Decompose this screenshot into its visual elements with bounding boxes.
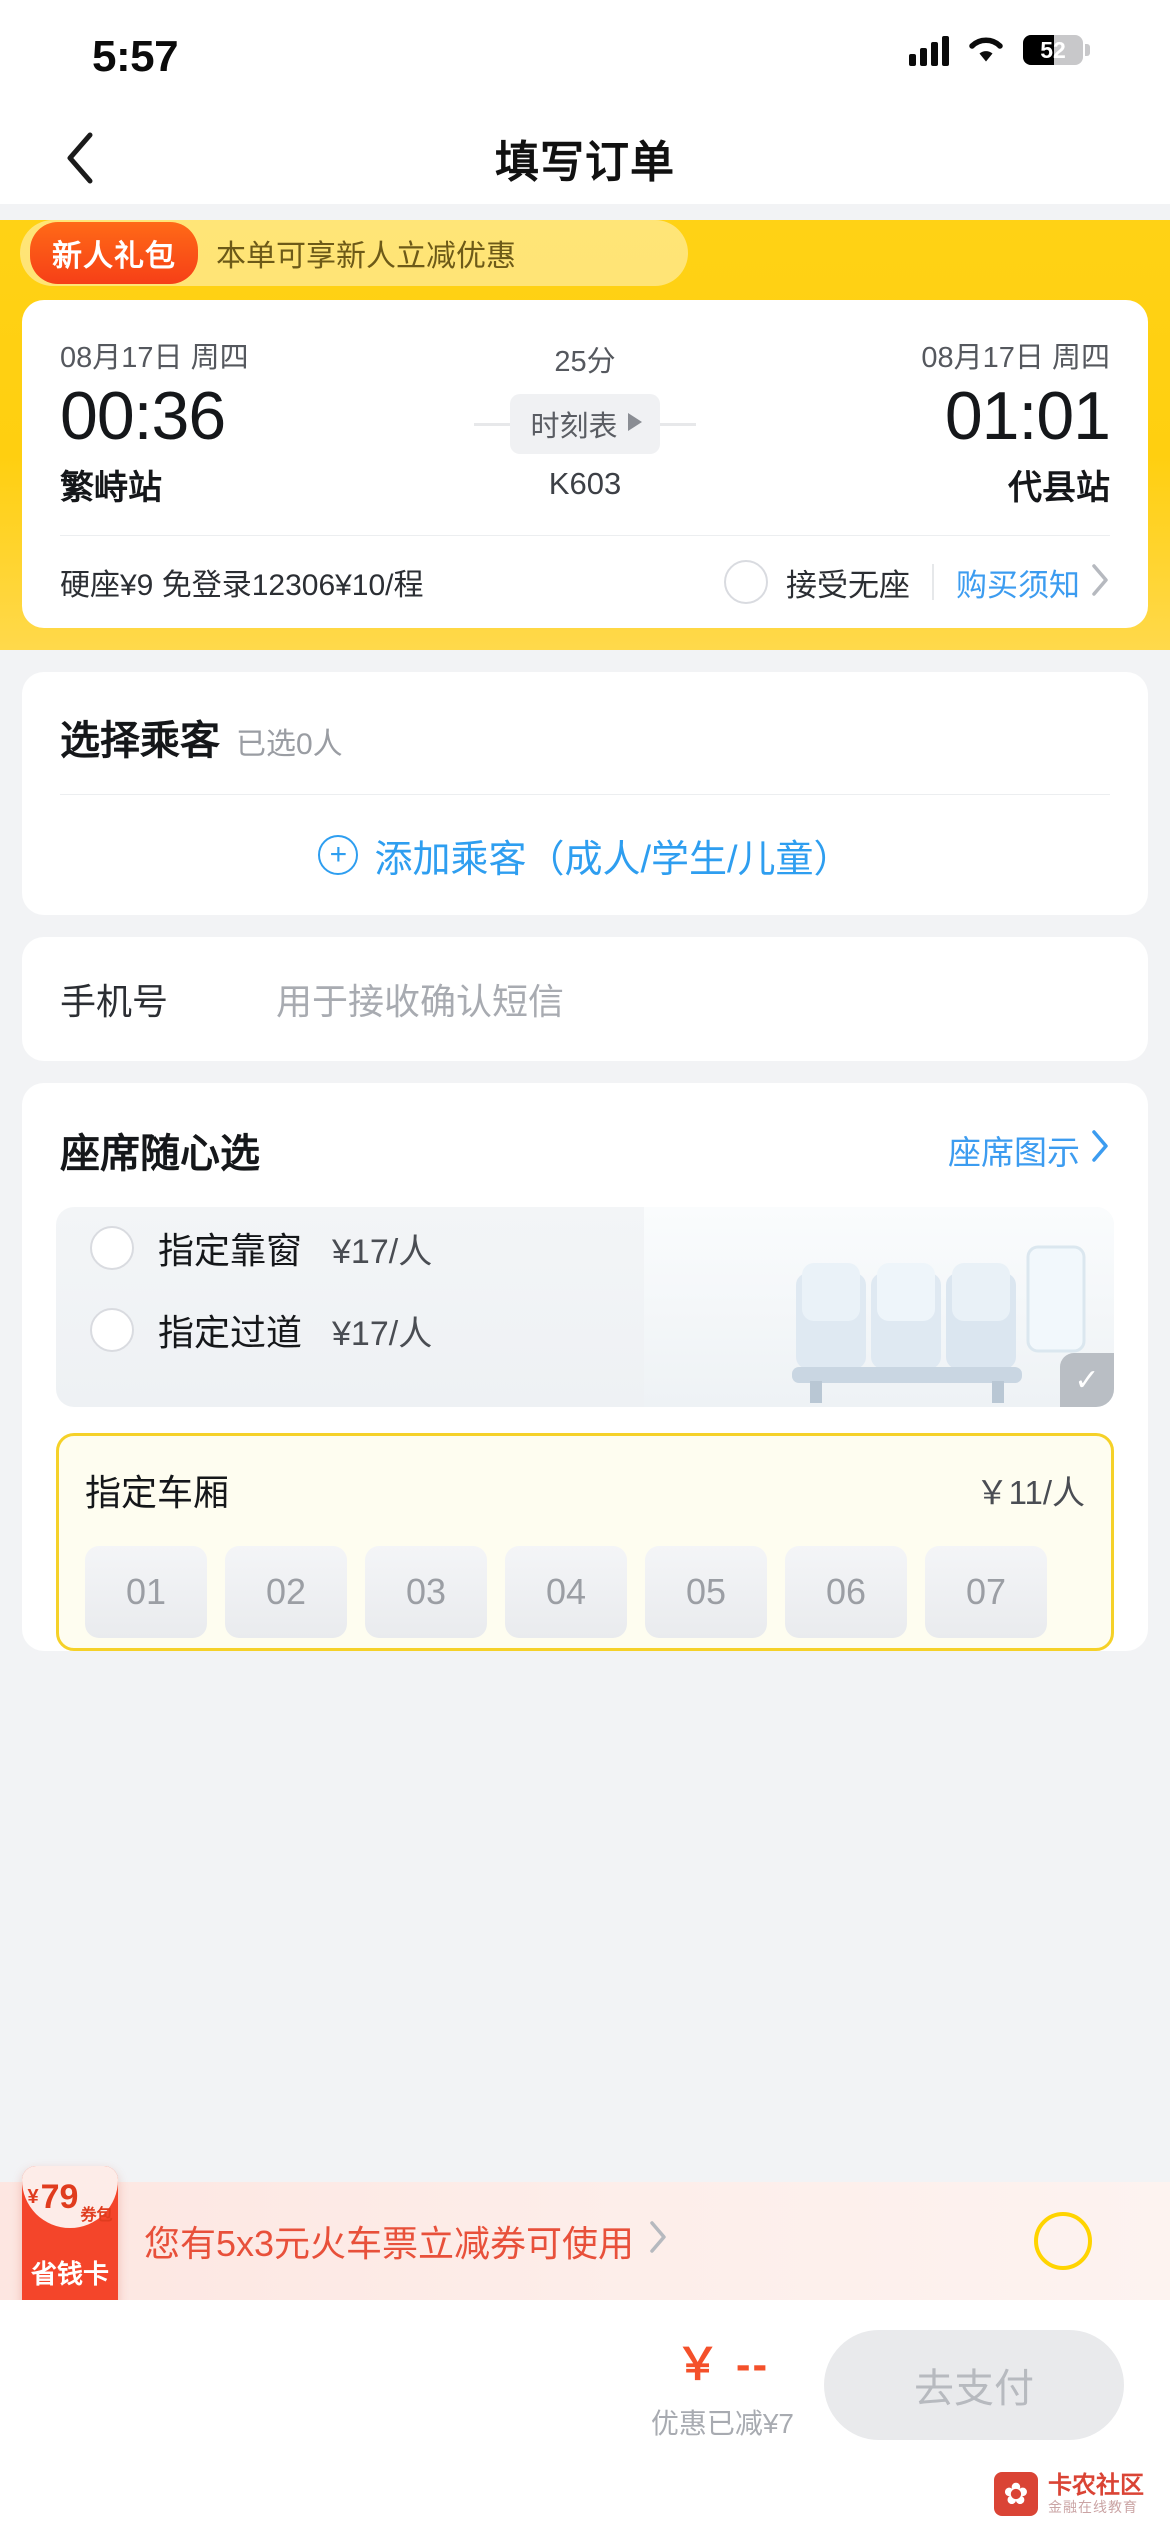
coupon-text: 您有5x3元火车票立减券可使用 bbox=[144, 2223, 635, 2264]
departure-block: 08月17日 周四 00:36 繁峙站 bbox=[60, 334, 249, 509]
car-title: 指定车厢 bbox=[85, 1472, 230, 1514]
seat-option-label: 指定过道 bbox=[158, 1312, 303, 1354]
coupon-unit: 券包 bbox=[80, 2207, 113, 2224]
seat-option-price: ¥17/人 bbox=[332, 1232, 433, 1271]
check-icon: ✓ bbox=[1060, 1353, 1114, 1408]
car-price: ￥11/人 bbox=[975, 1474, 1085, 1512]
phone-input[interactable]: 用于接收确认短信 bbox=[276, 973, 564, 1025]
car-chip[interactable]: 01 bbox=[85, 1546, 207, 1639]
promo-badge: 新人礼包 bbox=[30, 222, 198, 284]
battery-icon: 52 bbox=[1023, 35, 1090, 65]
seat-section-title: 座席随心选 bbox=[60, 1132, 260, 1177]
watermark-subtitle: 金融在线教育 bbox=[1048, 2498, 1138, 2515]
seat-header: 座席随心选 座席图示 bbox=[22, 1083, 1148, 1179]
coupon-currency: ¥ bbox=[27, 2185, 39, 2208]
chevron-right-icon bbox=[1090, 563, 1110, 602]
back-button[interactable] bbox=[52, 130, 108, 186]
chevron-right-icon bbox=[1090, 1129, 1110, 1171]
car-header: 指定车厢 ￥11/人 bbox=[85, 1464, 1085, 1516]
line-right bbox=[659, 422, 696, 426]
seat-option-aisle[interactable]: 指定过道 ¥17/人 bbox=[56, 1289, 1114, 1371]
passenger-title: 选择乘客 bbox=[60, 719, 220, 764]
car-chip[interactable]: 06 bbox=[785, 1546, 907, 1639]
seat-legend-label: 座席图示 bbox=[948, 1134, 1080, 1172]
divider-vertical bbox=[932, 564, 934, 601]
accept-no-seat-radio[interactable] bbox=[724, 560, 768, 605]
seat-price-text: 硬座¥9 免登录12306¥10/程 bbox=[60, 569, 424, 603]
timetable-label: 时刻表 bbox=[530, 411, 618, 443]
seat-options-box: 指定靠窗 ¥17/人 指定过道 ¥17/人 ✓ bbox=[56, 1207, 1114, 1408]
seat-price-row: 硬座¥9 免登录12306¥10/程 接受无座 购买须知 bbox=[60, 536, 1110, 628]
seat-option-price: ¥17/人 bbox=[332, 1314, 433, 1353]
seat-selection-section: 座席随心选 座席图示 指定靠窗 ¥17/人 指定过道 ¥17/人 ✓ 指定车厢 … bbox=[22, 1083, 1148, 1652]
phone-section: 手机号 用于接收确认短信 bbox=[22, 937, 1148, 1062]
train-times-row: 08月17日 周四 00:36 繁峙站 25分 时刻表 K603 08月17日 … bbox=[60, 334, 1111, 509]
train-info-card: 08月17日 周四 00:36 繁峙站 25分 时刻表 K603 08月17日 … bbox=[22, 300, 1148, 629]
arrival-time: 01:01 bbox=[944, 378, 1111, 454]
plus-circle-icon: + bbox=[318, 835, 359, 876]
status-bar: 5:57 52 bbox=[0, 0, 1170, 112]
coupon-text-row[interactable]: 您有5x3元火车票立减券可使用 bbox=[144, 2215, 668, 2267]
trip-middle-block: 25分 时刻表 K603 bbox=[249, 334, 922, 502]
arrival-date: 08月17日 周四 bbox=[921, 342, 1110, 374]
line-left bbox=[474, 422, 511, 426]
trip-duration: 25分 bbox=[554, 346, 616, 378]
total-price-block: ￥ -- 优惠已减¥7 bbox=[651, 2328, 794, 2442]
car-number-chips: 01 02 03 04 05 06 07 bbox=[85, 1546, 1085, 1639]
arrival-block: 08月17日 周四 01:01 代县站 bbox=[921, 334, 1111, 509]
passenger-header: 选择乘客 已选0人 bbox=[22, 672, 1148, 766]
passenger-count: 已选0人 bbox=[236, 728, 343, 762]
wifi-icon bbox=[967, 35, 1005, 65]
battery-percent: 52 bbox=[1040, 37, 1066, 63]
cellular-bars-icon bbox=[909, 34, 949, 66]
radio-unchecked-icon[interactable] bbox=[90, 1308, 134, 1353]
train-number: K603 bbox=[548, 466, 622, 501]
purchase-notice-link[interactable]: 购买须知 bbox=[956, 560, 1080, 605]
car-chip[interactable]: 05 bbox=[645, 1546, 767, 1639]
new-user-promo-banner[interactable]: 新人礼包 本单可享新人立减优惠 bbox=[20, 220, 688, 286]
chevron-left-icon bbox=[63, 130, 97, 186]
add-passenger-button[interactable]: + 添加乘客（成人/学生/儿童） bbox=[22, 795, 1148, 915]
coupon-toggle[interactable] bbox=[1034, 2212, 1092, 2270]
play-triangle-icon bbox=[626, 408, 644, 441]
passenger-section: 选择乘客 已选0人 + 添加乘客（成人/学生/儿童） bbox=[22, 672, 1148, 916]
phone-row[interactable]: 手机号 用于接收确认短信 bbox=[22, 937, 1148, 1061]
accept-no-seat-label: 接受无座 bbox=[786, 567, 910, 603]
total-price: ￥ -- bbox=[675, 2340, 770, 2389]
departure-time: 00:36 bbox=[60, 378, 226, 454]
seat-legend-link[interactable]: 座席图示 bbox=[948, 1126, 1110, 1174]
hero-section: 新人礼包 本单可享新人立减优惠 08月17日 周四 00:36 繁峙站 25分 … bbox=[0, 220, 1170, 651]
add-passenger-label: 添加乘客（成人/学生/儿童） bbox=[374, 838, 852, 881]
discount-note: 优惠已减¥7 bbox=[650, 2408, 794, 2439]
watermark: 卡农社区 金融在线教育 bbox=[994, 2472, 1144, 2516]
timetable-button[interactable]: 时刻表 bbox=[249, 394, 922, 454]
watermark-title: 卡农社区 bbox=[1048, 2472, 1144, 2500]
car-chip[interactable]: 03 bbox=[365, 1546, 487, 1639]
coupon-amount: 79 bbox=[40, 2178, 79, 2216]
status-bar-time: 5:57 bbox=[92, 32, 179, 81]
chevron-right-icon bbox=[648, 2220, 668, 2263]
radio-unchecked-icon[interactable] bbox=[90, 1226, 134, 1271]
car-selection-box: 指定车厢 ￥11/人 01 02 03 04 05 06 07 bbox=[56, 1433, 1114, 1652]
arrival-station: 代县站 bbox=[1008, 469, 1110, 508]
seat-option-label: 指定靠窗 bbox=[158, 1230, 303, 1272]
nav-bar: 填写订单 bbox=[0, 112, 1170, 204]
phone-label: 手机号 bbox=[60, 981, 169, 1023]
departure-station: 繁峙站 bbox=[60, 469, 162, 508]
departure-date: 08月17日 周四 bbox=[60, 342, 249, 374]
savings-card-icon: ¥ 79 券包 省钱卡 bbox=[22, 2166, 118, 2316]
car-chip[interactable]: 07 bbox=[925, 1546, 1047, 1639]
page-title: 填写订单 bbox=[495, 138, 675, 187]
car-chip[interactable]: 02 bbox=[225, 1546, 347, 1639]
car-chip[interactable]: 04 bbox=[505, 1546, 627, 1639]
pay-button[interactable]: 去支付 bbox=[824, 2330, 1124, 2440]
status-bar-icons: 52 bbox=[909, 34, 1090, 66]
promo-text: 本单可享新人立减优惠 bbox=[216, 240, 516, 273]
flower-logo-icon bbox=[994, 2472, 1038, 2516]
coupon-banner[interactable]: ¥ 79 券包 省钱卡 您有5x3元火车票立减券可使用 bbox=[0, 2166, 1170, 2316]
seat-option-window[interactable]: 指定靠窗 ¥17/人 bbox=[56, 1207, 1114, 1289]
pay-bar: ￥ -- 优惠已减¥7 去支付 卡农社区 金融在线教育 bbox=[0, 2300, 1170, 2532]
